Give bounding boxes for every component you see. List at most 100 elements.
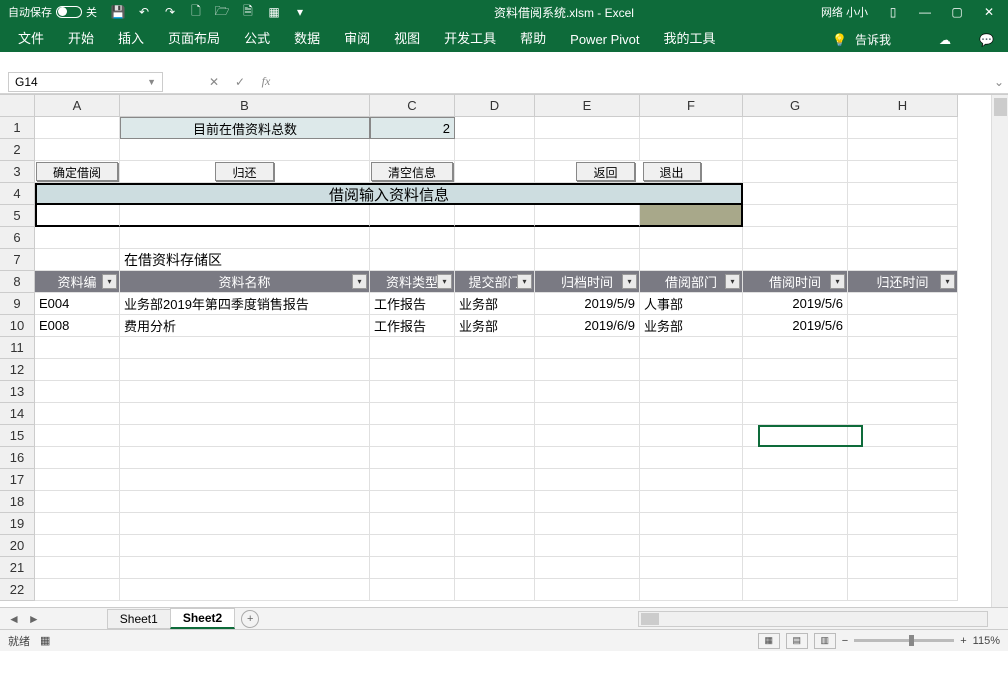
tab-data[interactable]: 数据: [282, 23, 332, 52]
tab-home[interactable]: 开始: [56, 23, 106, 52]
data-cell[interactable]: 人事部: [640, 293, 743, 315]
return-button[interactable]: 归还: [215, 162, 273, 181]
comments-icon[interactable]: 💬: [979, 33, 994, 47]
row-header-13[interactable]: 13: [0, 381, 35, 403]
col-header-D[interactable]: D: [455, 95, 535, 117]
row-header-10[interactable]: 10: [0, 315, 35, 337]
data-cell[interactable]: E008: [35, 315, 120, 337]
col-header-F[interactable]: F: [640, 95, 743, 117]
undo-icon[interactable]: ↶: [137, 5, 151, 19]
row-header-4[interactable]: 4: [0, 183, 35, 205]
minimize-icon[interactable]: ―: [910, 2, 940, 22]
close-icon[interactable]: ✕: [974, 2, 1004, 22]
pagebreak-view-icon[interactable]: ▥: [814, 633, 836, 649]
row-header-11[interactable]: 11: [0, 337, 35, 359]
zoom-out-icon[interactable]: −: [842, 635, 848, 647]
vertical-scrollbar[interactable]: [991, 95, 1008, 607]
tab-powerpivot[interactable]: Power Pivot: [558, 27, 651, 52]
tab-pagelayout[interactable]: 页面布局: [156, 23, 232, 52]
filter-dropdown-icon[interactable]: ▾: [517, 274, 532, 289]
spreadsheet-grid[interactable]: ABCDEFGH 1234567891011121314151617181920…: [0, 94, 1008, 607]
fx-icon[interactable]: fx: [255, 74, 277, 89]
formula-expand-icon[interactable]: ⌄: [990, 75, 1008, 89]
input-area-mid[interactable]: [370, 205, 455, 227]
tab-view[interactable]: 视图: [382, 23, 432, 52]
data-cell[interactable]: [848, 315, 958, 337]
clear-button[interactable]: 清空信息: [371, 162, 453, 181]
save-icon[interactable]: 💾: [111, 5, 125, 19]
tell-me-input[interactable]: 告诉我: [855, 31, 891, 48]
sheet-tab-2[interactable]: Sheet2: [170, 608, 235, 629]
filter-dropdown-icon[interactable]: ▾: [352, 274, 367, 289]
data-cell[interactable]: 业务部: [455, 315, 535, 337]
row-header-22[interactable]: 22: [0, 579, 35, 601]
horizontal-scrollbar[interactable]: [638, 611, 988, 627]
data-cell[interactable]: 工作报告: [370, 315, 455, 337]
print-preview-icon[interactable]: 🗎: [241, 5, 255, 19]
formula-cancel-icon[interactable]: ✕: [203, 75, 225, 89]
data-cell[interactable]: 2019/5/6: [743, 315, 848, 337]
vscroll-thumb[interactable]: [994, 98, 1007, 116]
data-cell[interactable]: 工作报告: [370, 293, 455, 315]
tab-file[interactable]: 文件: [6, 23, 56, 52]
row-header-17[interactable]: 17: [0, 469, 35, 491]
filter-dropdown-icon[interactable]: ▾: [622, 274, 637, 289]
zoom-in-icon[interactable]: +: [960, 635, 966, 647]
col-header-E[interactable]: E: [535, 95, 640, 117]
sheet-next-icon[interactable]: ►: [24, 612, 44, 626]
row-header-3[interactable]: 3: [0, 161, 35, 183]
form-icon[interactable]: ▦: [267, 5, 281, 19]
redo-icon[interactable]: ↷: [163, 5, 177, 19]
data-cell[interactable]: 费用分析: [120, 315, 370, 337]
tab-insert[interactable]: 插入: [106, 23, 156, 52]
ribbon-options-icon[interactable]: ▯: [878, 2, 908, 22]
input-area-right[interactable]: [640, 205, 743, 227]
row-header-9[interactable]: 9: [0, 293, 35, 315]
filter-dropdown-icon[interactable]: ▾: [725, 274, 740, 289]
input-area-mid[interactable]: [120, 205, 370, 227]
tab-developer[interactable]: 开发工具: [432, 23, 508, 52]
filter-dropdown-icon[interactable]: ▾: [102, 274, 117, 289]
row-header-1[interactable]: 1: [0, 117, 35, 139]
sheet-prev-icon[interactable]: ◄: [4, 612, 24, 626]
col-header-B[interactable]: B: [120, 95, 370, 117]
sheet-tab-1[interactable]: Sheet1: [107, 609, 171, 629]
filter-dropdown-icon[interactable]: ▾: [437, 274, 452, 289]
filter-dropdown-icon[interactable]: ▾: [830, 274, 845, 289]
row-header-2[interactable]: 2: [0, 139, 35, 161]
col-header-C[interactable]: C: [370, 95, 455, 117]
back-button[interactable]: 返回: [576, 162, 634, 181]
tab-review[interactable]: 审阅: [332, 23, 382, 52]
macro-record-icon[interactable]: ▦: [40, 634, 50, 647]
hscroll-thumb[interactable]: [641, 613, 659, 625]
col-header-A[interactable]: A: [35, 95, 120, 117]
normal-view-icon[interactable]: ▦: [758, 633, 780, 649]
formula-input[interactable]: [281, 72, 990, 92]
row-header-12[interactable]: 12: [0, 359, 35, 381]
data-cell[interactable]: 2019/5/6: [743, 293, 848, 315]
row-header-21[interactable]: 21: [0, 557, 35, 579]
data-cell[interactable]: 2019/5/9: [535, 293, 640, 315]
zoom-slider[interactable]: [854, 639, 954, 642]
maximize-icon[interactable]: ▢: [942, 2, 972, 22]
zoom-thumb[interactable]: [909, 635, 914, 646]
input-area-left[interactable]: [35, 205, 120, 227]
input-area-mid[interactable]: [455, 205, 535, 227]
exit-button[interactable]: 退出: [643, 162, 701, 181]
data-cell[interactable]: [848, 293, 958, 315]
col-header-G[interactable]: G: [743, 95, 848, 117]
more-qat-icon[interactable]: ▾: [293, 5, 307, 19]
data-cell[interactable]: 业务部: [640, 315, 743, 337]
col-header-H[interactable]: H: [848, 95, 958, 117]
name-box[interactable]: G14 ▼: [8, 72, 163, 92]
row-header-16[interactable]: 16: [0, 447, 35, 469]
row-header-7[interactable]: 7: [0, 249, 35, 271]
select-all-corner[interactable]: [0, 95, 35, 117]
autosave-toggle[interactable]: 自动保存 关: [4, 4, 101, 20]
zoom-level[interactable]: 115%: [973, 635, 1000, 647]
share-icon[interactable]: ☁: [939, 33, 951, 47]
open-file-icon[interactable]: 🗁: [215, 5, 229, 19]
input-area-mid[interactable]: [535, 205, 640, 227]
add-sheet-icon[interactable]: +: [241, 610, 259, 628]
name-box-dropdown-icon[interactable]: ▼: [147, 77, 156, 87]
